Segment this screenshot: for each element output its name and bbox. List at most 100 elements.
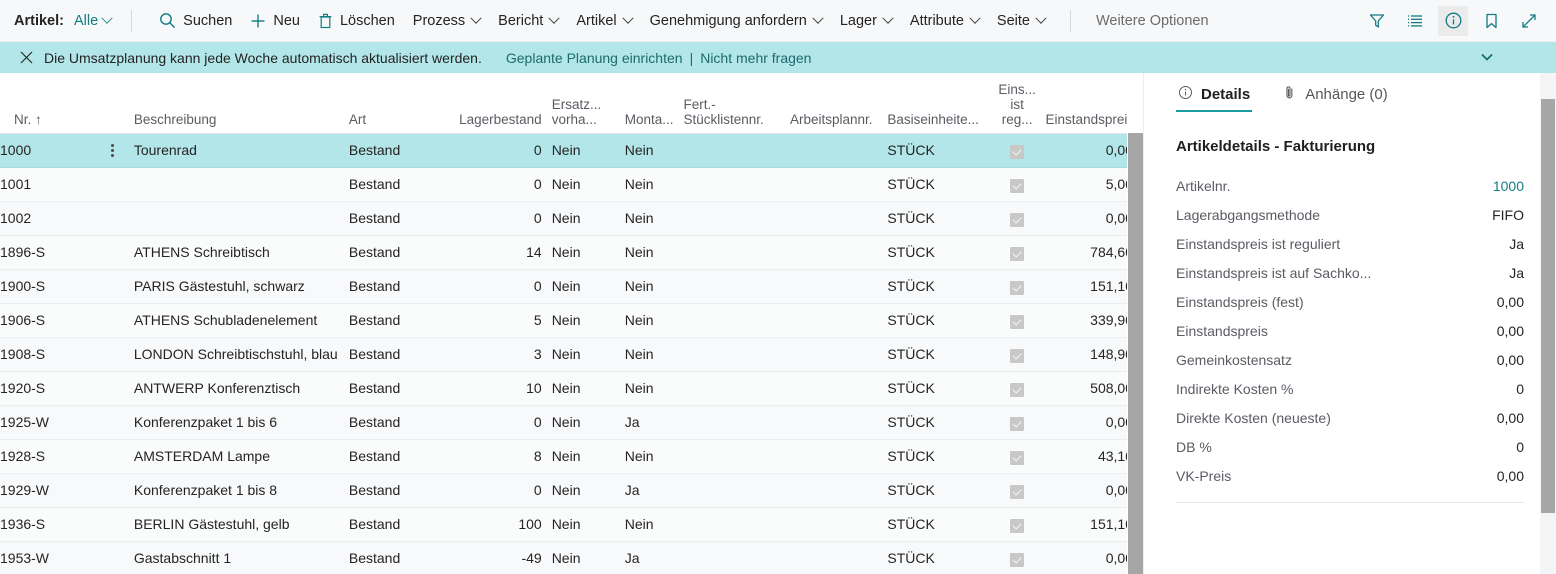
cell-art[interactable]: Bestand <box>348 371 458 406</box>
setup-planned-planning-link[interactable]: Geplante Planung einrichten <box>506 50 683 66</box>
cell-basiseinheit[interactable]: STÜCK <box>887 133 989 168</box>
cell-ersatz-vorhanden[interactable]: Nein <box>551 269 625 304</box>
cell-stuecklistennr[interactable] <box>683 167 790 202</box>
table-row[interactable]: 1906-S ATHENS Schubladenelement Bestand 5 Ne… <box>0 303 1143 338</box>
cell-einstandspreis-ist-reguliert[interactable] <box>988 167 1046 202</box>
cell-stuecklistennr[interactable] <box>683 235 790 270</box>
cell-lagerbestand[interactable]: 0 <box>457 405 552 440</box>
cell-beschreibung[interactable]: Tourenrad <box>133 133 349 168</box>
cell-art[interactable]: Bestand <box>348 303 458 338</box>
page-menu[interactable]: Seite <box>988 8 1054 34</box>
cell-ersatz-vorhanden[interactable]: Nein <box>551 439 625 474</box>
tab-details[interactable]: Details <box>1176 81 1253 112</box>
cell-stuecklistennr[interactable] <box>683 133 790 168</box>
cell-beschreibung[interactable]: ATHENS Schreibtisch <box>133 235 349 270</box>
cell-montage[interactable]: Nein <box>624 235 684 270</box>
filter-icon[interactable] <box>1362 6 1392 36</box>
more-options-button[interactable]: Weitere Optionen <box>1087 8 1218 34</box>
table-row[interactable]: 1002 Bestand 0 Nein Nein STÜCK 0,00 <box>0 201 1143 236</box>
table-row[interactable]: 1920-S ANTWERP Konferenztisch Bestand 10 Nei… <box>0 371 1143 406</box>
cell-art[interactable]: Bestand <box>348 473 458 508</box>
cell-einstandspreis-ist-reguliert[interactable] <box>988 405 1046 440</box>
cell-montage[interactable]: Ja <box>624 405 684 440</box>
cell-nr[interactable]: 1920-S <box>0 371 134 406</box>
cell-arbeitsplannr[interactable] <box>790 235 888 270</box>
new-button[interactable]: Neu <box>241 8 309 34</box>
cell-art[interactable]: Bestand <box>348 269 458 304</box>
col-ersatz-vorhanden[interactable]: Ersatz... vorha... <box>551 73 625 134</box>
cell-arbeitsplannr[interactable] <box>790 507 888 542</box>
tab-attachments[interactable]: Anhänge (0) <box>1280 81 1390 112</box>
filter-view-selector[interactable]: Alle <box>74 12 113 29</box>
cell-basiseinheit[interactable]: STÜCK <box>887 201 989 236</box>
cell-art[interactable]: Bestand <box>348 405 458 440</box>
cell-art[interactable]: Bestand <box>348 439 458 474</box>
col-montage[interactable]: Monta... <box>624 73 684 134</box>
cell-basiseinheit[interactable]: STÜCK <box>887 541 989 574</box>
cell-basiseinheit[interactable]: STÜCK <box>887 303 989 338</box>
cell-ersatz-vorhanden[interactable]: Nein <box>551 337 625 372</box>
cell-stuecklistennr[interactable] <box>683 371 790 406</box>
table-row[interactable]: 1000 Tourenrad Bestand 0 Nein Nein STÜCK 0,00 <box>0 133 1143 168</box>
cell-arbeitsplannr[interactable] <box>790 167 888 202</box>
cell-basiseinheit[interactable]: STÜCK <box>887 439 989 474</box>
cell-stuecklistennr[interactable] <box>683 439 790 474</box>
col-fert-stuecklistennr[interactable]: Fert.- Stücklistennr. <box>683 73 790 134</box>
request-approval-menu[interactable]: Genehmigung anfordern <box>641 8 831 34</box>
item-menu[interactable]: Artikel <box>567 8 640 34</box>
cell-stuecklistennr[interactable] <box>683 201 790 236</box>
cell-ersatz-vorhanden[interactable]: Nein <box>551 235 625 270</box>
close-icon[interactable] <box>18 50 34 66</box>
cell-lagerbestand[interactable]: 100 <box>457 507 552 542</box>
info-icon[interactable] <box>1438 5 1468 36</box>
cell-stuecklistennr[interactable] <box>683 303 790 338</box>
cell-art[interactable]: Bestand <box>348 337 458 372</box>
cell-einstandspreis-ist-reguliert[interactable] <box>988 235 1046 270</box>
cell-lagerbestand[interactable]: 0 <box>457 269 552 304</box>
cell-arbeitsplannr[interactable] <box>790 133 888 168</box>
cell-arbeitsplannr[interactable] <box>790 337 888 372</box>
cell-einstandspreis-ist-reguliert[interactable] <box>988 337 1046 372</box>
factbox-field-value[interactable]: 1000 <box>1493 178 1524 194</box>
table-row[interactable]: 1936-S BERLIN Gästestuhl, gelb Bestand 100 N… <box>0 507 1143 542</box>
cell-einstandspreis-ist-reguliert[interactable] <box>988 473 1046 508</box>
cell-nr[interactable]: 1908-S <box>0 337 134 372</box>
cell-nr[interactable]: 1002 <box>0 201 134 236</box>
cell-lagerbestand[interactable]: 5 <box>457 303 552 338</box>
grid-vertical-scrollbar[interactable] <box>1127 73 1143 574</box>
cell-stuecklistennr[interactable] <box>683 473 790 508</box>
cell-arbeitsplannr[interactable] <box>790 201 888 236</box>
process-menu[interactable]: Prozess <box>404 8 489 34</box>
cell-beschreibung[interactable]: PARIS Gästestuhl, schwarz <box>133 269 349 304</box>
cell-nr[interactable]: 1928-S <box>0 439 134 474</box>
cell-lagerbestand[interactable]: 0 <box>457 473 552 508</box>
cell-montage[interactable]: Nein <box>624 167 684 202</box>
table-row[interactable]: 1929-W Konferenzpaket 1 bis 8 Bestand 0 Nein… <box>0 473 1143 508</box>
cell-beschreibung[interactable]: ANTWERP Konferenztisch <box>133 371 349 406</box>
col-beschreibung[interactable]: Beschreibung <box>133 73 349 134</box>
cell-montage[interactable]: Nein <box>624 337 684 372</box>
cell-art[interactable]: Bestand <box>348 507 458 542</box>
cell-montage[interactable]: Nein <box>624 303 684 338</box>
table-row[interactable]: 1928-S AMSTERDAM Lampe Bestand 8 Nein Nein STÜ… <box>0 439 1143 474</box>
col-basiseinheit[interactable]: Basiseinheite... <box>887 73 989 134</box>
cell-arbeitsplannr[interactable] <box>790 473 888 508</box>
cell-arbeitsplannr[interactable] <box>790 269 888 304</box>
cell-lagerbestand[interactable]: 0 <box>457 201 552 236</box>
cell-ersatz-vorhanden[interactable]: Nein <box>551 371 625 406</box>
cell-einstandspreis-ist-reguliert[interactable] <box>988 133 1046 168</box>
cell-nr[interactable]: 1001 <box>0 167 134 202</box>
bookmark-icon[interactable] <box>1476 6 1506 36</box>
table-row[interactable]: 1908-S LONDON Schreibtischstuhl, blau Best… <box>0 337 1143 372</box>
cell-einstandspreis-ist-reguliert[interactable] <box>988 439 1046 474</box>
grid-scrollbar-thumb[interactable] <box>1128 133 1143 574</box>
list-icon[interactable] <box>1400 6 1430 36</box>
cell-stuecklistennr[interactable] <box>683 337 790 372</box>
expand-icon[interactable] <box>1514 6 1544 36</box>
cell-lagerbestand[interactable]: 0 <box>457 133 552 168</box>
report-menu[interactable]: Bericht <box>489 8 567 34</box>
factbox-vertical-scrollbar[interactable] <box>1540 73 1556 574</box>
cell-montage[interactable]: Nein <box>624 371 684 406</box>
col-lagerbestand[interactable]: Lagerbestand <box>457 73 552 134</box>
cell-ersatz-vorhanden[interactable]: Nein <box>551 167 625 202</box>
